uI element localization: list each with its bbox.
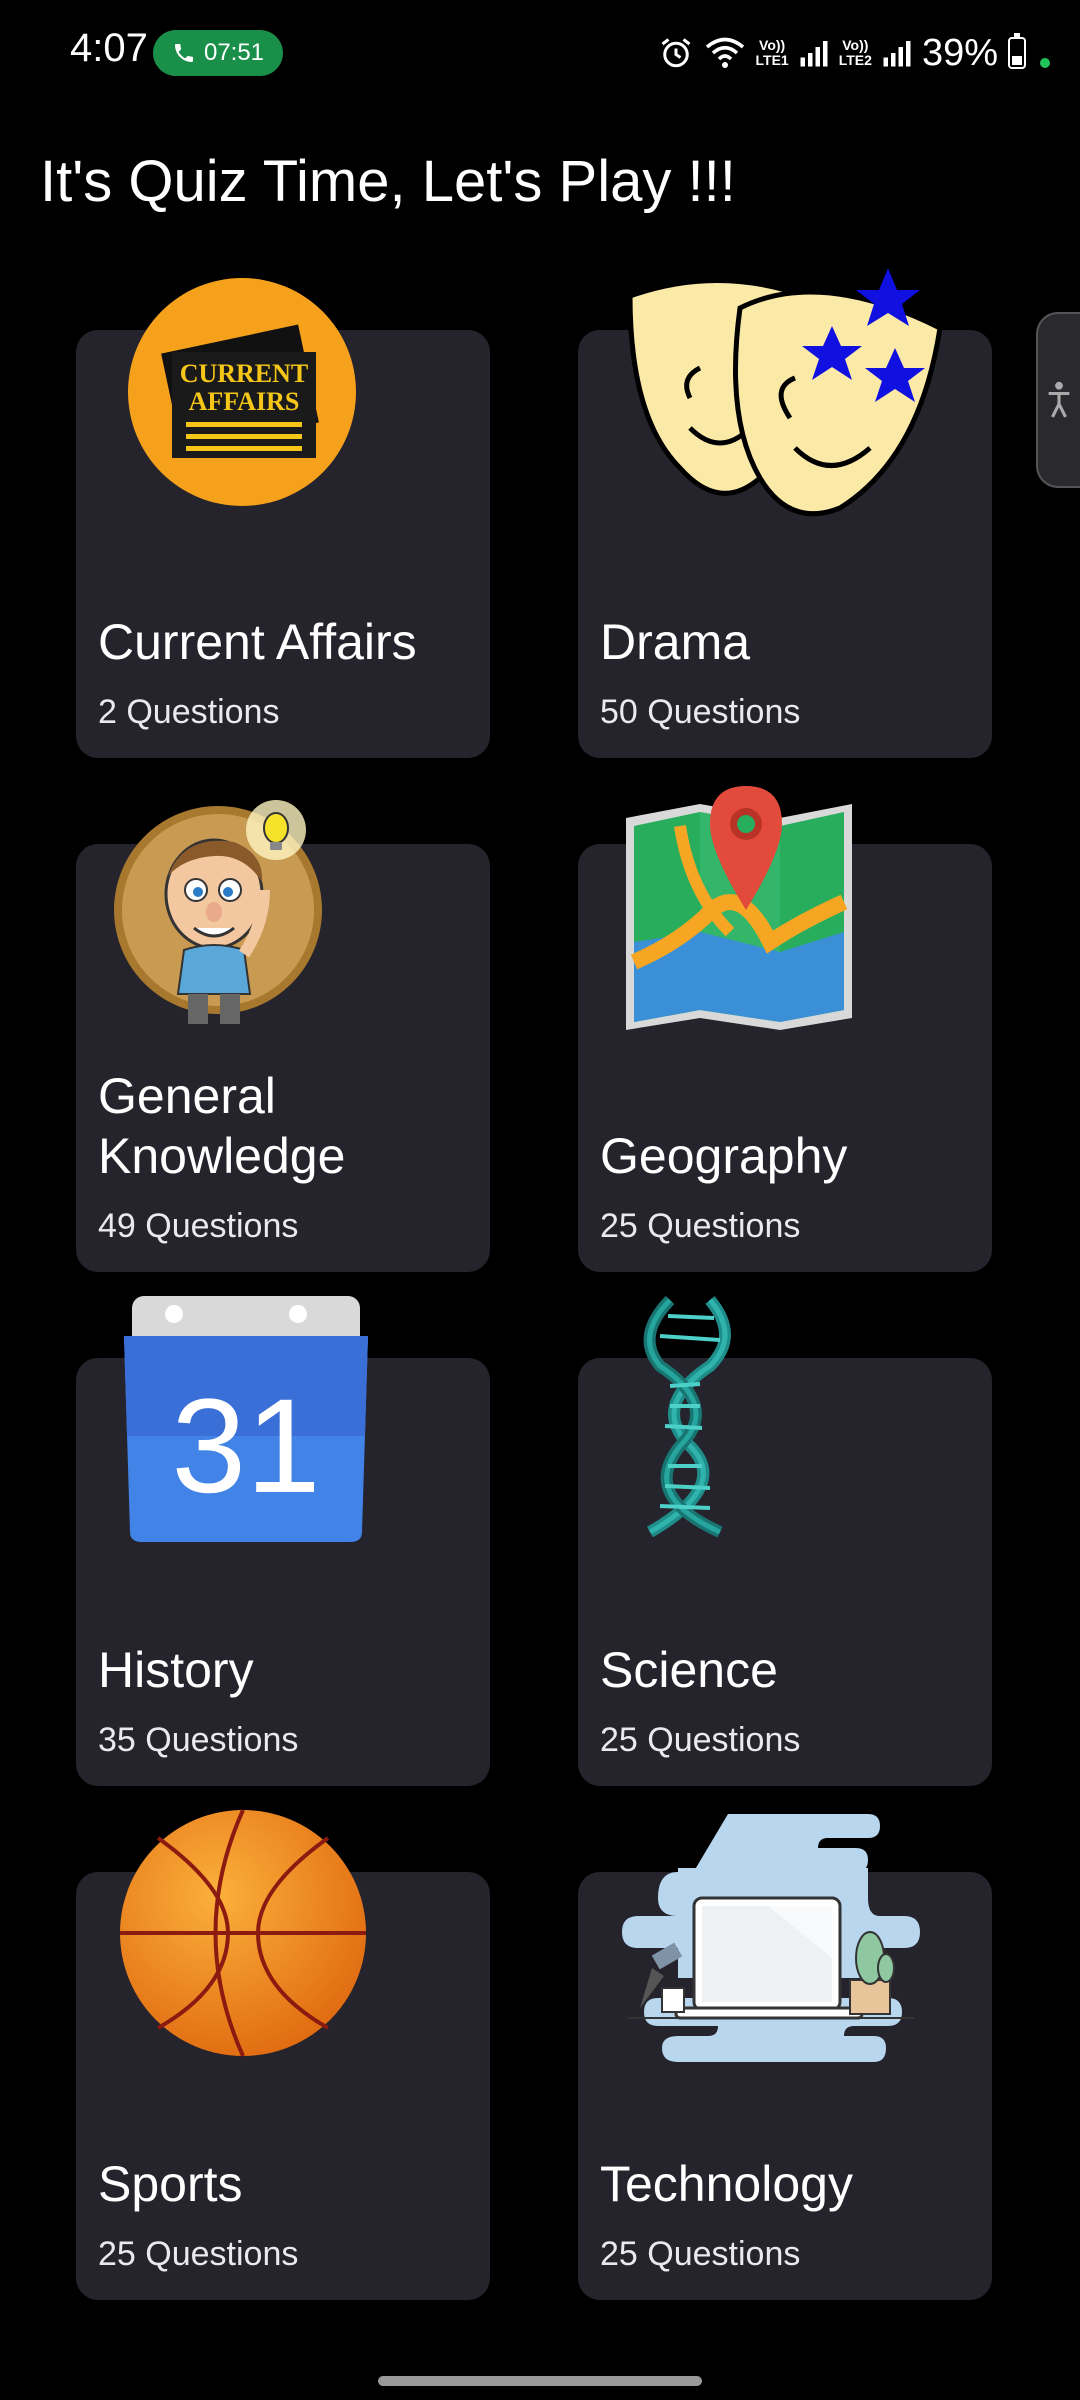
accessibility-handle[interactable] bbox=[1036, 312, 1080, 488]
category-name: History bbox=[98, 1642, 254, 1698]
status-bar: 4:07 07:51 Vo)) LTE1 Vo)) LTE2 39% bbox=[0, 0, 1080, 110]
newspaper-icon: CURRENT AFFAIRS bbox=[128, 278, 356, 506]
status-time: 4:07 bbox=[70, 26, 148, 70]
category-card-general-knowledge[interactable]: General Knowledge 49 Questions bbox=[76, 800, 490, 1272]
theater-masks-icon bbox=[627, 268, 943, 517]
page-title: It's Quiz Time, Let's Play !!! bbox=[40, 149, 736, 214]
category-card-history[interactable]: 31 History 35 Questions bbox=[76, 1296, 490, 1786]
calendar-date: 31 bbox=[171, 1372, 320, 1521]
category-card-geography[interactable]: Geography 25 Questions bbox=[578, 786, 992, 1272]
basketball-icon bbox=[120, 1809, 366, 2057]
signal-bars-icon bbox=[800, 41, 828, 67]
category-name: Drama bbox=[600, 614, 751, 670]
map-icon bbox=[626, 786, 852, 1030]
wifi-icon bbox=[705, 37, 744, 68]
category-card-drama[interactable]: Drama 50 Questions bbox=[578, 268, 992, 758]
category-name: General Knowledge bbox=[98, 1068, 346, 1184]
newspaper-label-line1: CURRENT bbox=[180, 359, 309, 388]
question-count: 25 Questions bbox=[600, 2235, 801, 2273]
sim1-network-label: Vo)) LTE1 bbox=[755, 37, 789, 68]
newspaper-label-line2: AFFAIRS bbox=[189, 387, 300, 416]
dna-icon bbox=[643, 1295, 731, 1538]
battery-icon bbox=[1008, 33, 1026, 69]
category-name: Technology bbox=[600, 2156, 853, 2212]
category-card-current-affairs[interactable]: CURRENT AFFAIRS Current Affairs 2 Questi… bbox=[76, 278, 490, 758]
category-name: Sports bbox=[98, 2156, 243, 2212]
category-card-science[interactable]: Science 25 Questions bbox=[578, 1295, 992, 1786]
question-count: 49 Questions bbox=[98, 1207, 299, 1245]
category-card-sports[interactable]: Sports 25 Questions bbox=[76, 1809, 490, 2300]
question-count: 50 Questions bbox=[600, 693, 801, 731]
question-count: 35 Questions bbox=[98, 1721, 299, 1759]
signal-bars-icon bbox=[883, 41, 911, 67]
laptop-desk-icon bbox=[622, 1814, 920, 2062]
category-name: Current Affairs bbox=[98, 614, 417, 670]
question-count: 25 Questions bbox=[600, 1207, 801, 1245]
question-count: 25 Questions bbox=[600, 1721, 801, 1759]
phone-icon bbox=[174, 44, 193, 62]
sim2-network-label: Vo)) LTE2 bbox=[838, 37, 872, 68]
privacy-indicator-dot bbox=[1040, 58, 1050, 68]
ongoing-call-chip[interactable]: 07:51 bbox=[153, 30, 283, 76]
battery-percent: 39% bbox=[921, 31, 998, 74]
question-count: 2 Questions bbox=[98, 693, 280, 731]
question-count: 25 Questions bbox=[98, 2235, 299, 2273]
call-duration: 07:51 bbox=[203, 39, 265, 66]
calendar-icon: 31 bbox=[124, 1296, 368, 1542]
home-gesture-bar[interactable] bbox=[378, 2376, 702, 2386]
category-card-technology[interactable]: Technology 25 Questions bbox=[578, 1814, 992, 2300]
thinking-man-icon bbox=[114, 800, 322, 1024]
alarm-icon bbox=[661, 38, 690, 68]
accessibility-icon bbox=[1048, 381, 1070, 418]
category-name: Geography bbox=[600, 1128, 848, 1184]
category-name: Science bbox=[600, 1642, 778, 1698]
